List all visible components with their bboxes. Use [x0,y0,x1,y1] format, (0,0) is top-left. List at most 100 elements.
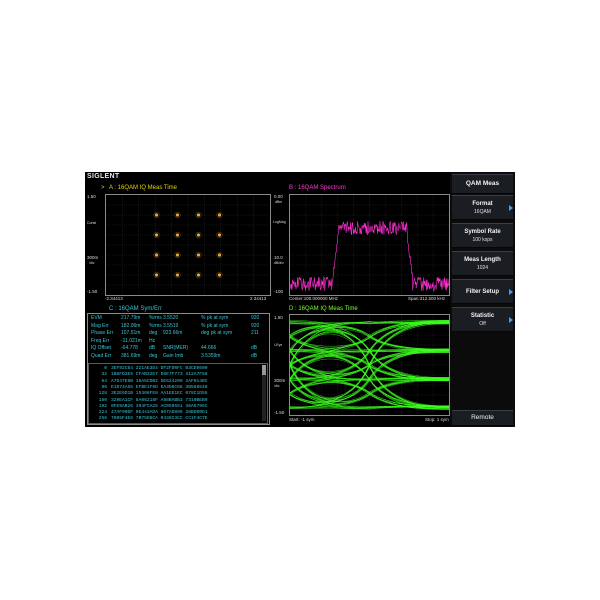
constellation-point [175,273,180,277]
pane-b-y-lower: 10.0 [274,255,283,260]
menu-item-filter-setup[interactable]: Filter Setup [452,279,513,304]
symbol-values: 3EF92C64 221AE3D4 DF2FD0FC B3CE0600 [111,366,208,371]
error-summary-cell: SNR(MER) [163,345,188,352]
symbol-index: 32 [101,372,107,378]
menu-item-label: Filter Setup [465,289,499,295]
error-summary-cell: -11.021m [121,337,142,344]
pane-a-x-left: -2.34413 [105,296,123,301]
pane-b-y-top-unit: dBm [275,200,283,204]
pane-d-y-lower: 300m [274,378,286,383]
error-summary-cell: Mag Err [91,322,109,329]
spectrum-plot[interactable] [289,194,450,296]
menu-title-qam-meas[interactable]: QAM Meas [452,174,513,194]
pane-d-title[interactable]: D : 16QAM IQ Meas Time [289,305,358,313]
error-summary-cell: 44.666 [201,345,217,352]
sym-err-pane: EVM 217.79m %rms 3.5520 % pk at sym 920 Mag Er… [87,313,270,425]
error-summary-cell: EVM [91,315,102,321]
error-summary-cell: deg [149,353,158,359]
symbol-index: 160 [98,397,107,403]
symbol-index: 128 [98,391,107,397]
error-summary-cell: dB [149,345,156,352]
constellation-point [196,253,201,257]
pane-b-y-bottom: -100 [274,289,284,294]
symbol-values: 47AF90DF 0E443ADA 807AD899 36BD00D1 [111,410,208,416]
error-summary-cell: 920 [251,322,260,329]
menu-item-symbol-rate[interactable]: Symbol Rate 100 ksps [452,223,513,248]
constellation-point [196,273,201,277]
constellation-grid [106,195,270,295]
pane-d-y-scale: I-Eye [274,343,283,347]
pane-a-marker: > [101,185,105,191]
error-summary-cell: deg pk at sym [201,330,233,337]
symbol-values: E1D74A55 EFBE1F6D EA3D6C66 3B568640 [111,384,208,390]
eye-diagram-canvas [289,315,450,415]
eye-diagram-plot[interactable] [289,314,450,416]
error-summary-cell: 3.5519 [163,322,179,329]
analyzer-screen: SIGLENT > A : 16QAM IQ Meas Time 1.50 Co… [85,172,515,427]
constellation-point [217,253,222,257]
eye-trace [289,321,450,403]
pane-a-y-bottom: -1.50 [87,289,98,294]
constellation-point [154,213,159,217]
constellation-plot[interactable] [105,194,271,296]
menu-item-meas-length[interactable]: Meas Length 1024 [452,251,513,276]
remote-label: Remote [471,414,494,421]
menu-item-label: Meas Length [464,257,501,263]
pane-d-x-right: Stop: 1 sym [425,417,449,422]
scrollbar-thumb[interactable] [262,365,266,375]
constellation-point [217,273,222,277]
pane-d-y-bottom: -1.50 [274,410,285,415]
constellation-point [154,273,159,277]
pane-c-title[interactable]: C : 16QAM Sym/Err [109,305,162,313]
menu-item-value: 16QAM [474,209,491,215]
constellation-point [217,213,222,217]
constellation-point [175,253,180,257]
error-summary-cell: 211 [251,330,259,337]
pane-a-y-top: 1.50 [87,194,96,199]
error-summary-cell: IQ Offset [91,345,111,352]
pane-d-x-left: Start: -1 sym [289,417,315,422]
menu-item-label: Format [472,201,493,207]
pane-d-y-lower-unit: /div [274,384,280,388]
error-summary-cell: %rms [149,322,162,329]
symbol-values: 3E2E6D1B 15308FE0 AA1EE1EC 078C1D55 [111,391,208,397]
pane-a-title[interactable]: A : 16QAM IQ Meas Time [109,184,177,192]
symbol-values: 1B6FD2E5 CFAB32E7 D6E7F773 312A7F56 [111,372,208,378]
symbol-index: 64 [101,378,107,384]
menu-item-value: 100 ksps [472,237,493,243]
menu-item-statistic[interactable]: Statistic Off [452,307,513,332]
pane-a-y-lower-unit: /div [89,261,95,265]
error-summary-cell: 923.66m [163,330,183,337]
menu-title-label: QAM Meas [465,180,500,187]
pane-b-y-scale: LogMag [273,220,286,224]
constellation-point [217,233,222,237]
error-summary-cell: Quad Err [91,353,112,359]
eye-trace [289,326,450,351]
brand-logo: SIGLENT [87,173,120,180]
error-summary-cell: 381.69m [121,353,141,359]
pane-a-y-mid-label: Const [87,221,97,225]
error-summary-cell: 107.51m [121,330,141,337]
constellation-point [196,233,201,237]
error-summary-cell: 3.5520 [163,315,179,321]
soft-menu: QAM Meas Format 16QAM Symbol Rate 100 ksps M… [450,172,515,427]
pane-b-x-right: Span:312.500 kHz [408,296,446,301]
symbol-table[interactable]: 0 3EF92C64 221AE3D4 DF2FD0FC B3CE0600 32 1B… [88,363,268,424]
menu-item-value: Off [479,321,486,327]
pane-a-y-lower: 300m [87,255,99,260]
menu-item-format[interactable]: Format 16QAM [452,195,513,220]
menu-item-label: Symbol Rate [464,229,501,235]
error-summary-cell: Freq Err [91,337,110,344]
pane-b-title[interactable]: B : 16QAM Spectrum [289,184,346,192]
symbol-table-scrollbar[interactable] [262,365,266,421]
error-summary-cell: 3.5359m [201,353,221,359]
error-summary-cell: 182.06m [121,322,141,329]
symbol-index: 256 [98,416,107,422]
spectrum-trace [289,221,450,292]
pane-b-x-left: Center:100.000000 MHz [289,296,339,301]
error-summary-cell: -64.778 [121,345,138,352]
symbol-index: 96 [101,384,107,390]
constellation-canvas [106,195,270,295]
submenu-arrow-icon [509,289,513,295]
remote-button[interactable]: Remote [452,410,513,426]
